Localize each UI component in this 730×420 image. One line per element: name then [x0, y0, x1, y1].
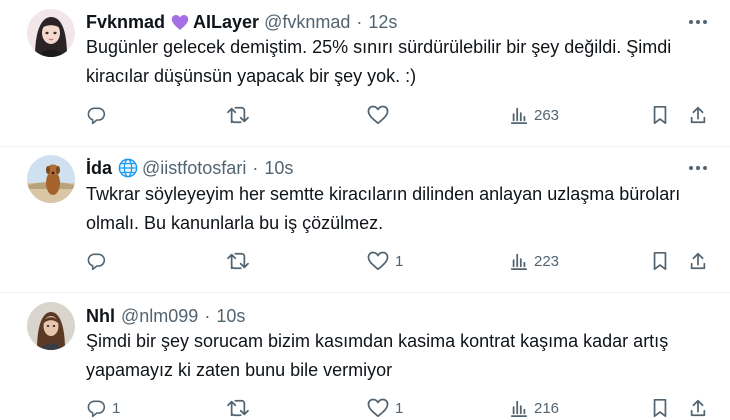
tweet-1[interactable]: Fvknmad AILayer @fvknmad · 12s Bugünler … — [0, 0, 730, 148]
reply-icon — [87, 107, 106, 125]
share-button[interactable] — [689, 102, 707, 128]
views-button[interactable]: 263 — [510, 102, 559, 128]
user-handle[interactable]: @nlm099 — [121, 306, 198, 327]
share-icon — [690, 399, 706, 417]
like-count: 1 — [395, 252, 404, 270]
avatar[interactable] — [27, 9, 75, 57]
tweet-text: Twkrar söyleyeyim her semtte kiracıların… — [86, 180, 706, 238]
share-icon — [690, 252, 706, 270]
tweet-text-line: Bugünler gelecek demiştim. 25% sınırı sü… — [86, 37, 672, 57]
reply-icon — [87, 253, 106, 271]
bookmark-button[interactable] — [651, 248, 669, 274]
more-icon — [689, 166, 707, 170]
bookmark-icon — [653, 105, 667, 125]
display-name[interactable]: Fvknmad — [86, 12, 165, 33]
views-button[interactable]: 223 — [510, 248, 559, 274]
analytics-icon — [510, 400, 528, 417]
heart-icon — [367, 251, 389, 271]
views-count: 223 — [534, 252, 560, 270]
tweet-text: Bugünler gelecek demiştim. 25% sınırı sü… — [86, 33, 706, 91]
retweet-icon — [227, 252, 249, 270]
heart-icon — [367, 105, 389, 125]
retweet-button[interactable] — [226, 395, 256, 420]
reply-button[interactable]: 1 — [86, 395, 120, 420]
tweet-header: Fvknmad AILayer @fvknmad · 12s — [86, 10, 397, 34]
views-button[interactable]: 216 — [510, 395, 559, 420]
analytics-icon — [510, 253, 528, 270]
separator-dot: · — [252, 157, 259, 178]
like-count: 1 — [395, 399, 404, 417]
tweet-header: Nhl @nlm099 · 10s — [86, 304, 245, 328]
retweet-button[interactable] — [226, 248, 256, 274]
bookmark-button[interactable] — [651, 102, 669, 128]
share-button[interactable] — [689, 395, 707, 420]
analytics-icon — [510, 107, 528, 124]
display-name-suffix: AILayer — [193, 11, 260, 32]
tweet-3[interactable]: Nhl @nlm099 · 10s Şimdi bir şey sorucam … — [0, 293, 730, 420]
tweet-text-line: olmalı. Bu kanunlarla bu iş çözülmez. — [86, 213, 384, 233]
avatar[interactable] — [27, 155, 75, 203]
retweet-button[interactable] — [226, 102, 256, 128]
reply-icon — [87, 400, 106, 418]
tweet-actions: 1 223 — [0, 248, 730, 274]
like-button[interactable]: 1 — [367, 248, 403, 274]
retweet-icon — [227, 106, 249, 124]
like-button[interactable] — [367, 102, 395, 128]
views-count: 263 — [534, 106, 560, 124]
more-options-button[interactable] — [686, 156, 710, 180]
avatar[interactable] — [27, 302, 75, 350]
separator-dot: · — [356, 11, 363, 32]
separator-dot: · — [204, 305, 211, 326]
more-options-button[interactable] — [686, 10, 710, 34]
like-button[interactable]: 1 — [367, 395, 403, 420]
reply-button[interactable] — [86, 102, 112, 128]
views-count: 216 — [534, 399, 560, 417]
reply-count: 1 — [112, 399, 121, 417]
bookmark-icon — [653, 398, 667, 418]
timestamp[interactable]: 10s — [216, 306, 245, 327]
tweet-2[interactable]: İda @iistfotosfari · 10s Twkrar söyleyey… — [0, 147, 730, 293]
tweet-header: İda @iistfotosfari · 10s — [86, 156, 293, 180]
display-name[interactable]: İda — [86, 158, 112, 179]
share-icon — [690, 106, 706, 124]
share-button[interactable] — [689, 248, 707, 274]
timestamp[interactable]: 10s — [264, 158, 293, 179]
tweet-text-line: Şimdi bir şey sorucam bizim kasımdan kas… — [86, 331, 669, 351]
user-handle[interactable]: @fvknmad — [264, 12, 350, 33]
tweet-actions: 263 — [0, 102, 730, 128]
tweet-actions: 1 1 216 — [0, 395, 730, 420]
bookmark-icon — [653, 251, 667, 271]
purple-heart-icon — [171, 14, 189, 31]
more-icon — [689, 20, 707, 24]
display-name[interactable]: Nhl — [86, 306, 115, 327]
retweet-icon — [227, 399, 249, 417]
bookmark-button[interactable] — [651, 395, 669, 420]
tweet-text-line: kiracılar düşünsün yapacak bir şey yok. … — [86, 66, 417, 86]
globe-icon — [118, 158, 138, 178]
timestamp[interactable]: 12s — [368, 12, 397, 33]
heart-icon — [367, 398, 389, 418]
reply-button[interactable] — [86, 248, 112, 274]
tweet-text: Şimdi bir şey sorucam bizim kasımdan kas… — [86, 327, 706, 385]
tweet-text-line: yapamayız ki zaten bunu bile vermiyor — [86, 360, 393, 380]
tweet-text-line: Twkrar söyleyeyim her semtte kiracıların… — [86, 184, 681, 204]
user-handle[interactable]: @iistfotosfari — [142, 158, 246, 179]
